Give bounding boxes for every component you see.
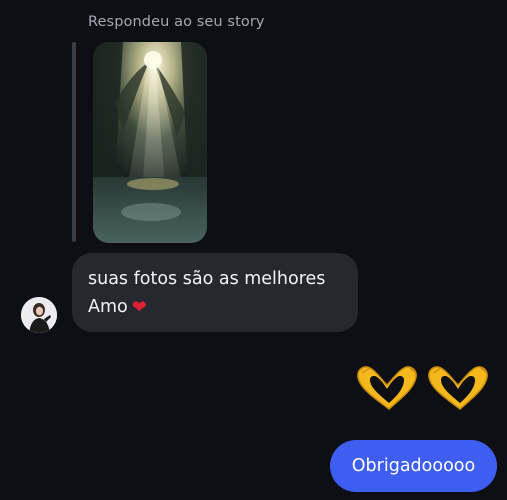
heart-emoji-icon: ❤: [131, 297, 147, 318]
reply-indicator-bar: [72, 42, 76, 242]
message-text-line-2: Amo ❤: [88, 293, 342, 322]
avatar-photo: [21, 297, 57, 333]
story-forest-image: [93, 42, 207, 243]
outgoing-message-bubble[interactable]: Obrigadooooo: [330, 440, 497, 492]
heart-hands-emoji-message[interactable]: [354, 363, 494, 413]
message-text-line-1: suas fotos são as melhores: [88, 269, 326, 289]
incoming-message-bubble[interactable]: suas fotos são as melhores Amo ❤: [72, 253, 358, 332]
heart-hands-emoji-icon: [357, 366, 488, 410]
reply-context-caption: Respondeu ao seu story: [88, 14, 265, 30]
message-text-amo: Amo: [88, 297, 128, 317]
sender-avatar[interactable]: [21, 297, 57, 333]
story-thumbnail[interactable]: [93, 42, 207, 243]
